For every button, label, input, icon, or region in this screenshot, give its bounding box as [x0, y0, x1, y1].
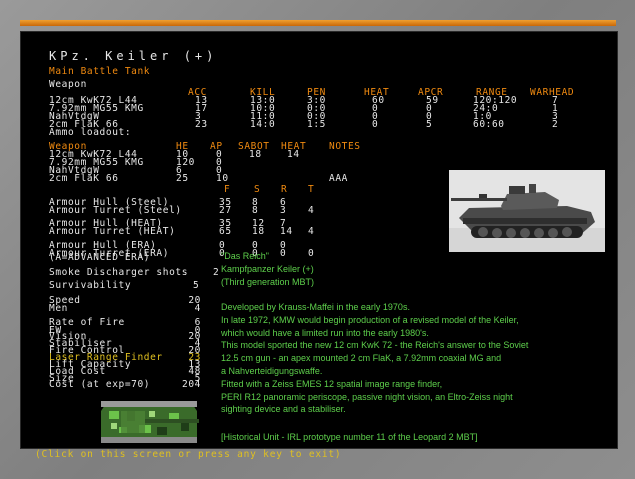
- stat-value: 4: [194, 303, 201, 314]
- weapon-row-warhead: 2: [552, 119, 559, 130]
- historical-note: [Historical Unit - IRL prototype number …: [221, 432, 478, 442]
- weapon-row-heat: 0: [372, 119, 379, 130]
- armour-row-f: 27: [219, 205, 232, 216]
- description-line: which would have a limited run into the …: [221, 327, 429, 338]
- armour-row-f: 65: [219, 226, 232, 237]
- smoke-discharger-value: 2: [213, 267, 220, 278]
- description-line: sighting device and a stabiliser.: [221, 404, 346, 415]
- unit-generation: (Third generation MBT): [221, 277, 315, 287]
- description-line: This model sported the new 12 cm KwK 72 …: [221, 340, 529, 351]
- description-line: a Nahverteidigungswaffe.: [221, 366, 323, 376]
- title-accent-bar: [20, 20, 616, 26]
- unit-info-screen[interactable]: KPz. Keiler (+) Main Battle Tank Weapon …: [20, 31, 618, 449]
- armour-header-rear: R: [281, 184, 288, 195]
- stat-label: Men: [49, 303, 68, 314]
- description-line: Fitted with a Zeiss EMES 12 spatial imag…: [221, 378, 443, 389]
- armour-row-r: 3: [280, 205, 287, 216]
- ammo-section-label: Ammo loadout:: [49, 127, 132, 138]
- stat-value: 204: [182, 379, 201, 390]
- exit-instructions[interactable]: (Click on this screen or press any key t…: [35, 449, 341, 460]
- unit-formation-label: "Das Reich": [221, 251, 269, 261]
- description-line: In late 1972, KMW would begin production…: [221, 314, 519, 325]
- ammo-row-name: 2cm FlaK 66: [49, 173, 119, 184]
- unit-name: KPz. Keiler (+): [49, 49, 218, 63]
- unit-role: Main Battle Tank: [49, 66, 151, 77]
- armour-row-label: Armour Turret (HEAT): [49, 226, 176, 237]
- weapon-row-range: 60:60: [473, 119, 505, 130]
- weapon-row-kill: 14:0: [250, 119, 276, 130]
- armour-header-top: T: [308, 184, 315, 195]
- ammo-row-ap: 10: [216, 173, 229, 184]
- armour-row-label: Armour Turret (Steel): [49, 205, 182, 216]
- survivability-label: Survivability: [49, 280, 132, 291]
- description-line: 12.5 cm gun - an apex mounted 2 cm FlaK,…: [221, 353, 502, 364]
- armour-row-r: 0: [280, 248, 287, 259]
- smoke-discharger-label: Smoke Discharger shots: [49, 267, 189, 278]
- ammo-header-notes: NOTES: [329, 141, 361, 152]
- armour-row-s: 8: [252, 205, 259, 216]
- weapon-row-pen: 1:5: [307, 119, 326, 130]
- armour-row-r: 14: [280, 226, 293, 237]
- ammo-row-heat: 14: [287, 149, 300, 160]
- armour-row-t: 4: [308, 226, 315, 237]
- ammo-row-he: 25: [176, 173, 189, 184]
- armour-header-side: S: [254, 184, 261, 195]
- weapon-section-label: Weapon: [49, 79, 87, 90]
- weapon-row-acc: 23: [195, 119, 208, 130]
- ammo-row-sabot: 18: [249, 149, 262, 160]
- stat-label: Cost (at exp=70): [49, 379, 151, 390]
- weapon-row-apcr: 5: [426, 119, 433, 130]
- ammo-row-notes: AAA: [329, 173, 348, 184]
- description-line: PERI R12 panoramic periscope, passive ni…: [221, 391, 513, 402]
- armour-row-s: 18: [252, 226, 265, 237]
- armour-row-t: 4: [308, 205, 315, 216]
- armour-header-front: F: [224, 184, 231, 195]
- armour-era-note: (A=ADVANCED ERA): [49, 252, 151, 263]
- tank-photo: [449, 170, 605, 252]
- description-line: Developed by Krauss-Maffei in the early …: [221, 302, 410, 312]
- tank-sprite: [99, 397, 199, 445]
- survivability-value: 5: [193, 280, 200, 291]
- unit-full-name: Kampfpanzer Keiler (+): [221, 264, 314, 274]
- armour-row-t: 0: [308, 248, 315, 259]
